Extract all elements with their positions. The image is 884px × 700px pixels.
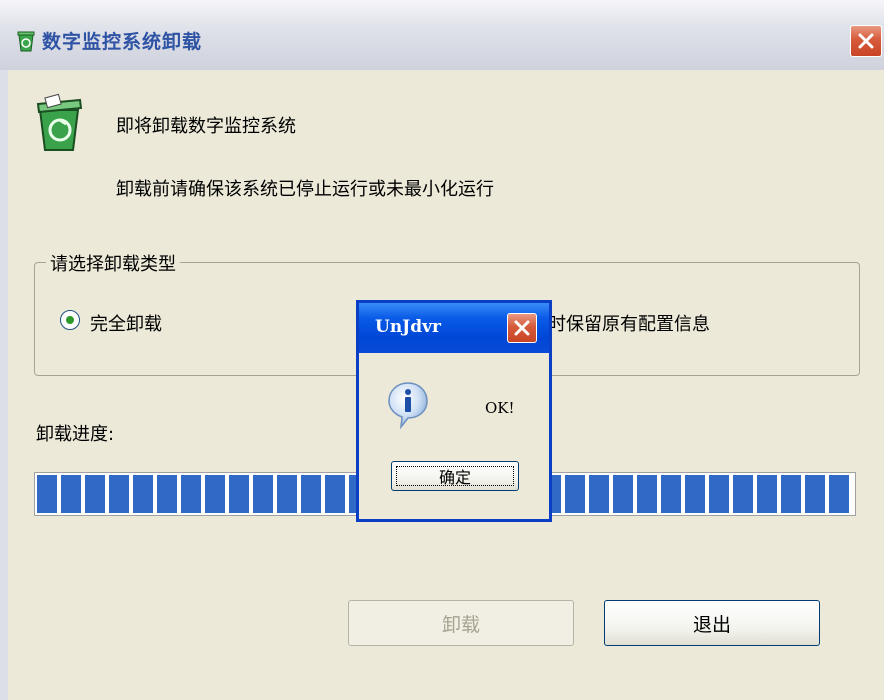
close-icon bbox=[858, 33, 874, 49]
info-icon bbox=[387, 381, 429, 430]
dialog-message: OK! bbox=[485, 399, 515, 417]
dialog-close-button[interactable] bbox=[507, 313, 537, 343]
close-icon bbox=[514, 320, 530, 336]
heading-text: 即将卸载数字监控系统 bbox=[116, 116, 296, 137]
recycle-bin-icon bbox=[32, 92, 86, 152]
message-dialog: UnJdvr OK! 确定 bbox=[356, 300, 552, 522]
dialog-title-bar[interactable]: UnJdvr bbox=[359, 303, 549, 353]
subheading-text: 卸载前请确保该系统已停止运行或未最小化运行 bbox=[116, 179, 494, 200]
full-uninstall-label[interactable]: 完全卸载 bbox=[90, 310, 162, 336]
exit-button[interactable]: 退出 bbox=[604, 600, 820, 646]
window-title: 数字监控系统卸载 bbox=[42, 31, 203, 53]
focus-rect bbox=[396, 466, 514, 486]
window-close-button[interactable] bbox=[850, 25, 882, 57]
window-frame bbox=[0, 70, 8, 700]
uninstall-button[interactable]: 卸载 bbox=[348, 600, 574, 646]
progress-label: 卸载进度: bbox=[36, 424, 115, 445]
title-bar[interactable]: 数字监控系统卸载 bbox=[0, 0, 884, 70]
recycle-bin-icon bbox=[14, 29, 38, 53]
groupbox-legend: 请选择卸载类型 bbox=[46, 250, 180, 276]
dialog-title: UnJdvr bbox=[375, 317, 441, 337]
keep-config-label[interactable]: 时保留原有配置信息 bbox=[548, 310, 710, 336]
radio-selected-dot bbox=[66, 316, 74, 324]
full-uninstall-radio[interactable] bbox=[60, 310, 80, 330]
dialog-ok-button[interactable]: 确定 bbox=[391, 461, 519, 491]
